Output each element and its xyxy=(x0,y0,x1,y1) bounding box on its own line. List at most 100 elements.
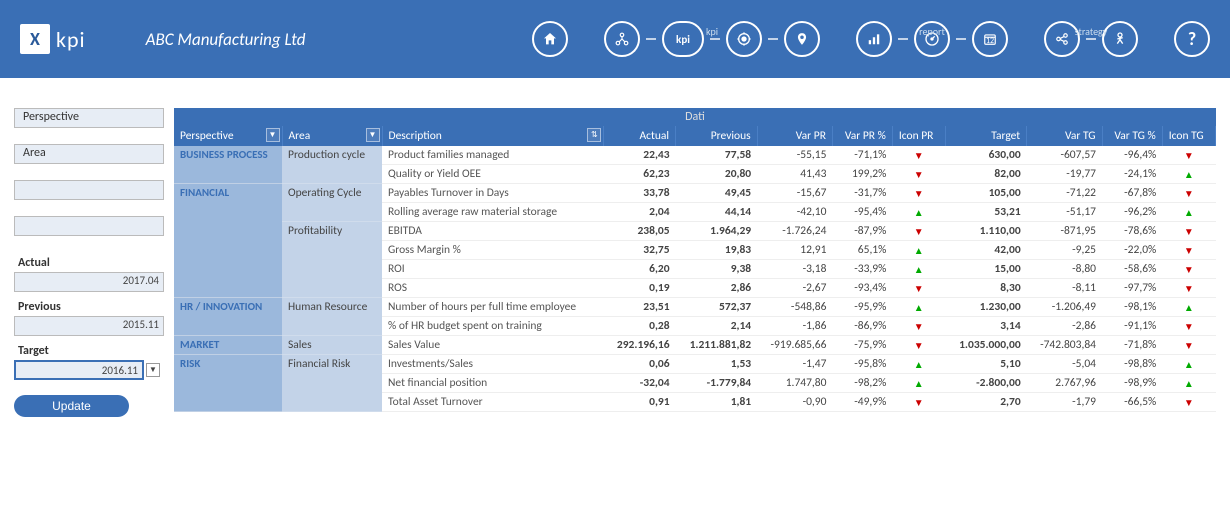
target-icon[interactable] xyxy=(726,21,762,57)
col-perspective[interactable]: Perspective▼ xyxy=(174,126,282,146)
col-vartg[interactable]: Var TG xyxy=(1027,126,1102,146)
cell-vartg: -8,80 xyxy=(1027,260,1102,279)
col-description[interactable]: Description⇅ xyxy=(382,126,604,146)
cell-iconpr: ▼ xyxy=(892,146,945,165)
col-actual[interactable]: Actual xyxy=(604,126,676,146)
cell-varprp: -71,1% xyxy=(832,146,892,165)
cell-target: 1.230,00 xyxy=(945,298,1027,317)
cell-actual: -32,04 xyxy=(604,374,676,393)
cell-icontg: ▼ xyxy=(1162,317,1215,336)
cell-icontg: ▲ xyxy=(1162,374,1215,393)
cell-vartg: -8,11 xyxy=(1027,279,1102,298)
cell-icontg: ▼ xyxy=(1162,279,1215,298)
col-iconpr[interactable]: Icon PR xyxy=(892,126,945,146)
cell-actual: 22,43 xyxy=(604,146,676,165)
location-icon[interactable] xyxy=(784,21,820,57)
topbar: X kpi ABC Manufacturing Ltd kpi kpi repo… xyxy=(0,0,1230,78)
filter-dropdown-icon[interactable]: ▼ xyxy=(366,128,380,142)
cell-varpr: -548,86 xyxy=(757,298,832,317)
filter-4[interactable] xyxy=(14,216,164,236)
cell-target: 8,30 xyxy=(945,279,1027,298)
col-vartgp[interactable]: Var TG % xyxy=(1102,126,1162,146)
sort-dropdown-icon[interactable]: ⇅ xyxy=(587,128,601,142)
cell-varprp: 65,1% xyxy=(832,241,892,260)
cell-actual: 2,04 xyxy=(604,203,676,222)
update-button[interactable]: Update xyxy=(14,395,129,417)
cell-description: % of HR budget spent on training xyxy=(382,317,604,336)
previous-label: Previous xyxy=(14,298,164,316)
cell-vartgp: -66,5% xyxy=(1102,393,1162,412)
cell-previous: 1,53 xyxy=(676,355,758,374)
cell-vartgp: -22,0% xyxy=(1102,241,1162,260)
cell-varpr: 12,91 xyxy=(757,241,832,260)
cell-description: ROI xyxy=(382,260,604,279)
cell-description: Rolling average raw material storage xyxy=(382,203,604,222)
cell-actual: 292.196,16 xyxy=(604,336,676,355)
cell-varpr: 41,43 xyxy=(757,165,832,184)
cell-varpr: -55,15 xyxy=(757,146,832,165)
col-target[interactable]: Target xyxy=(945,126,1027,146)
table-row: FINANCIALOperating CyclePayables Turnove… xyxy=(174,184,1216,203)
cell-vartgp: -91,1% xyxy=(1102,317,1162,336)
col-icontg[interactable]: Icon TG xyxy=(1162,126,1215,146)
perspective-filter[interactable]: Perspective xyxy=(14,108,164,128)
cell-target: 630,00 xyxy=(945,146,1027,165)
cell-vartgp: -96,2% xyxy=(1102,203,1162,222)
cell-iconpr: ▲ xyxy=(892,298,945,317)
cell-previous: 19,83 xyxy=(676,241,758,260)
cell-previous: 44,14 xyxy=(676,203,758,222)
filter-dropdown-icon[interactable]: ▼ xyxy=(266,128,280,142)
cell-vartg: -71,22 xyxy=(1027,184,1102,203)
cell-target: 1.110,00 xyxy=(945,222,1027,241)
cell-target: 1.035.000,00 xyxy=(945,336,1027,355)
cell-varprp: -87,9% xyxy=(832,222,892,241)
logo: X kpi xyxy=(20,24,86,54)
target-dropdown-arrow[interactable]: ▼ xyxy=(146,363,160,377)
cell-perspective: RISK xyxy=(174,355,282,412)
cell-vartg: -5,04 xyxy=(1027,355,1102,374)
cell-description: Payables Turnover in Days xyxy=(382,184,604,203)
cell-iconpr: ▲ xyxy=(892,355,945,374)
cell-iconpr: ▼ xyxy=(892,279,945,298)
cell-varpr: -1,86 xyxy=(757,317,832,336)
cell-varprp: -95,8% xyxy=(832,355,892,374)
area-filter[interactable]: Area xyxy=(14,144,164,164)
table-row: BUSINESS PROCESSProduction cycleProduct … xyxy=(174,146,1216,165)
table-row: HR / INNOVATIONHuman ResourceNumber of h… xyxy=(174,298,1216,317)
cell-actual: 32,75 xyxy=(604,241,676,260)
cell-varpr: -2,67 xyxy=(757,279,832,298)
cell-iconpr: ▼ xyxy=(892,165,945,184)
previous-input[interactable]: 2015.11 xyxy=(14,316,164,336)
hierarchy-icon[interactable] xyxy=(604,21,640,57)
filter-3[interactable] xyxy=(14,180,164,200)
cell-actual: 62,23 xyxy=(604,165,676,184)
actual-label: Actual xyxy=(14,254,164,272)
home-icon[interactable] xyxy=(532,21,568,57)
target-input[interactable]: 2016.11 xyxy=(14,360,144,380)
cell-area: Profitability xyxy=(282,222,382,298)
help-icon[interactable]: ? xyxy=(1174,21,1210,57)
cell-description: Total Asset Turnover xyxy=(382,393,604,412)
cell-vartgp: -67,8% xyxy=(1102,184,1162,203)
col-varpr[interactable]: Var PR xyxy=(757,126,832,146)
col-area[interactable]: Area▼ xyxy=(282,126,382,146)
cell-description: Net financial position xyxy=(382,374,604,393)
cell-varprp: -33,9% xyxy=(832,260,892,279)
cell-varprp: -95,9% xyxy=(832,298,892,317)
col-previous[interactable]: Previous xyxy=(676,126,758,146)
cell-vartg: -871,95 xyxy=(1027,222,1102,241)
cell-description: Quality or Yield OEE xyxy=(382,165,604,184)
cell-varpr: 1.747,80 xyxy=(757,374,832,393)
cell-target: 42,00 xyxy=(945,241,1027,260)
col-varprp[interactable]: Var PR % xyxy=(832,126,892,146)
cell-perspective: FINANCIAL xyxy=(174,184,282,298)
kpi-button[interactable]: kpi xyxy=(662,21,704,57)
chart-icon[interactable] xyxy=(856,21,892,57)
cell-iconpr: ▼ xyxy=(892,317,945,336)
cell-vartgp: -58,6% xyxy=(1102,260,1162,279)
actual-input[interactable]: 2017.04 xyxy=(14,272,164,292)
cell-vartgp: -97,7% xyxy=(1102,279,1162,298)
cell-area: Human Resource xyxy=(282,298,382,336)
cell-vartg: -51,17 xyxy=(1027,203,1102,222)
calendar-icon[interactable]: 12 xyxy=(972,21,1008,57)
